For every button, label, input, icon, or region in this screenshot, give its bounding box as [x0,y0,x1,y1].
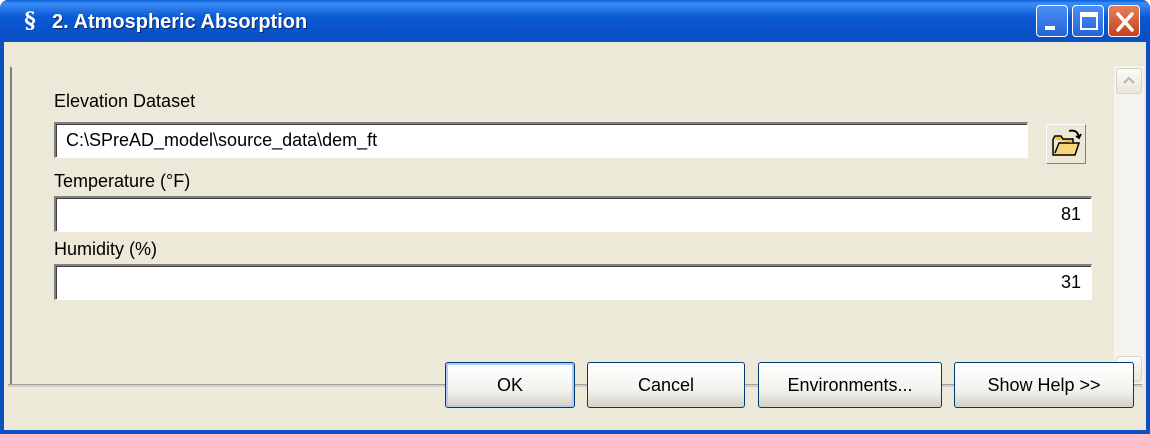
chevron-up-icon [1123,76,1135,84]
temperature-label: Temperature (°F) [54,171,191,191]
open-folder-icon [1052,129,1082,156]
close-icon [1116,12,1134,32]
maximize-button[interactable] [1072,5,1104,37]
window-title: 2. Atmospheric Absorption [52,11,308,33]
environments-button[interactable]: Environments... [758,362,942,408]
dialog-window: § 2. Atmospheric Absorption Elevation Da… [0,0,1150,434]
elevation-label: Elevation Dataset [54,91,196,111]
humidity-input[interactable]: 31 [54,264,1092,300]
title-bar[interactable]: § 2. Atmospheric Absorption [0,0,1150,42]
parameters-panel: Elevation Dataset C:\SPreAD_model\source… [10,66,1114,384]
browse-button[interactable] [1046,124,1086,164]
minimize-icon [1045,26,1055,30]
temperature-input[interactable]: 81 [54,196,1092,232]
window-frame-right [1146,42,1150,434]
close-button[interactable] [1108,5,1140,37]
ok-button[interactable]: OK [445,362,575,408]
cancel-button[interactable]: Cancel [587,362,745,408]
show-help-button[interactable]: Show Help >> [954,362,1134,408]
dialog-client-area: Elevation Dataset C:\SPreAD_model\source… [4,42,1146,430]
scroll-up-button[interactable] [1116,68,1142,94]
elevation-dataset-input[interactable]: C:\SPreAD_model\source_data\dem_ft [54,122,1028,158]
maximize-icon [1080,12,1098,30]
minimize-button[interactable] [1036,5,1068,37]
script-s-icon: § [24,8,36,34]
vertical-scrollbar[interactable] [1114,66,1144,384]
window-frame-bottom [0,430,1150,434]
humidity-label: Humidity (%) [54,239,158,259]
